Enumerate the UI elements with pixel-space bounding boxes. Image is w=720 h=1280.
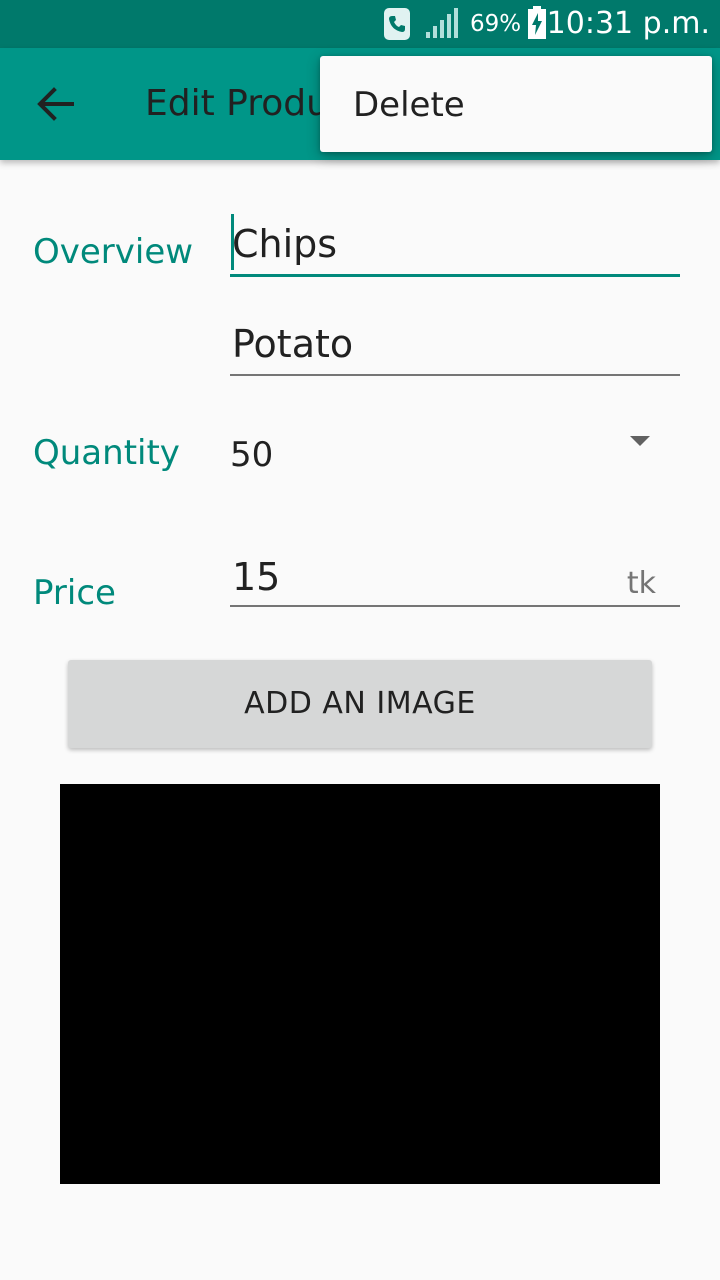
dropdown-arrow-icon <box>630 436 650 446</box>
arrow-back-icon <box>37 87 74 121</box>
quantity-dropdown[interactable]: 50 <box>230 420 680 480</box>
back-button[interactable] <box>26 74 86 134</box>
product-name-field[interactable]: Chips <box>230 212 680 278</box>
signal-icon <box>426 8 458 38</box>
edit-product-screen: 69% 10:31 p.m. Edit Product Delete Overv… <box>0 0 720 1280</box>
clock: 10:31 p.m. <box>546 6 710 41</box>
menu-item-delete[interactable]: Delete <box>320 56 712 152</box>
price-unit: tk <box>626 566 656 601</box>
battery-charging-icon <box>528 6 546 39</box>
price-field[interactable]: 15 tk <box>230 545 680 609</box>
field-underline <box>230 374 680 376</box>
price-label: Price <box>33 573 116 613</box>
status-bar: 69% 10:31 p.m. <box>0 0 720 48</box>
field-underline <box>230 605 680 607</box>
product-description-field[interactable]: Potato <box>230 312 680 378</box>
product-image-preview <box>60 784 660 1184</box>
field-underline <box>230 274 680 277</box>
call-icon <box>384 8 410 40</box>
product-description-value: Potato <box>232 322 354 366</box>
add-image-button[interactable]: ADD AN IMAGE <box>68 660 652 748</box>
menu-item-label: Delete <box>353 85 465 125</box>
overview-label: Overview <box>33 232 194 272</box>
quantity-selected-value: 50 <box>230 435 274 475</box>
overflow-menu: Delete <box>320 56 712 152</box>
product-name-value: Chips <box>232 222 338 266</box>
price-value: 15 <box>232 555 281 599</box>
quantity-label: Quantity <box>33 433 180 473</box>
battery-percent: 69% <box>470 11 522 37</box>
